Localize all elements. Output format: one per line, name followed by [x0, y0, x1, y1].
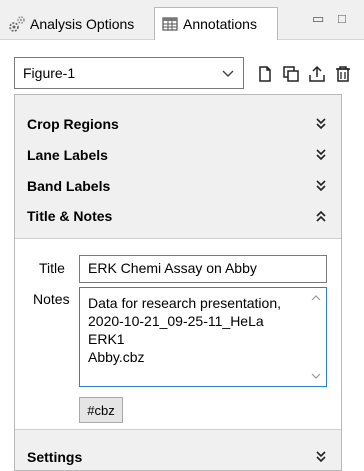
section-title: Title & Notes: [27, 208, 113, 224]
notes-textarea[interactable]: Data for research presentation, 2020-10-…: [79, 287, 327, 387]
tab-analysis-options[interactable]: Analysis Options: [4, 7, 154, 40]
tag-chip[interactable]: #cbz: [79, 397, 123, 423]
annotation-sections-panel: Crop Regions Lane Labels Band Labels Tit…: [14, 94, 342, 471]
section-crop-regions[interactable]: Crop Regions: [15, 109, 341, 139]
section-lane-labels[interactable]: Lane Labels: [15, 140, 341, 170]
expand-chevron-icon: [316, 149, 326, 161]
expand-chevron-icon: [316, 118, 326, 130]
expand-chevron-icon: [316, 180, 326, 192]
new-document-icon[interactable]: [256, 65, 274, 83]
section-title: Crop Regions: [27, 116, 119, 132]
title-label: Title: [39, 260, 65, 276]
tab-analysis-options-label: Analysis Options: [30, 15, 135, 32]
section-title: Band Labels: [27, 178, 111, 194]
section-title: Lane Labels: [27, 147, 108, 163]
section-title-notes[interactable]: Title & Notes: [15, 201, 341, 231]
section-band-labels[interactable]: Band Labels: [15, 171, 341, 201]
chevron-down-icon: [222, 70, 234, 77]
minimize-icon[interactable]: ▭: [312, 11, 324, 27]
expand-chevron-icon: [316, 451, 326, 463]
collapse-chevron-icon: [316, 210, 326, 222]
duplicate-icon[interactable]: [282, 65, 300, 83]
section-title: Settings: [27, 449, 83, 465]
maximize-icon[interactable]: □: [338, 11, 346, 26]
section-settings[interactable]: Settings: [15, 442, 341, 470]
figure-select-value: Figure-1: [23, 65, 76, 81]
figure-select[interactable]: Figure-1: [14, 57, 244, 89]
notes-label: Notes: [33, 291, 70, 307]
notes-scrollbar[interactable]: [308, 290, 324, 384]
analysis-gears-icon: [8, 15, 26, 33]
view-tab-bar: Analysis Options Annotations ▭ □: [0, 0, 364, 40]
notes-text: Data for research presentation, 2020-10-…: [88, 295, 281, 365]
annotations-table-icon: [161, 15, 179, 33]
export-icon[interactable]: [308, 65, 326, 83]
delete-icon[interactable]: [334, 65, 352, 83]
tab-annotations-label: Annotations: [183, 16, 257, 32]
tab-annotations[interactable]: Annotations: [154, 7, 278, 40]
title-field[interactable]: ERK Chemi Assay on Abby: [79, 255, 327, 283]
title-notes-content: Title ERK Chemi Assay on Abby Notes Data…: [15, 238, 341, 430]
